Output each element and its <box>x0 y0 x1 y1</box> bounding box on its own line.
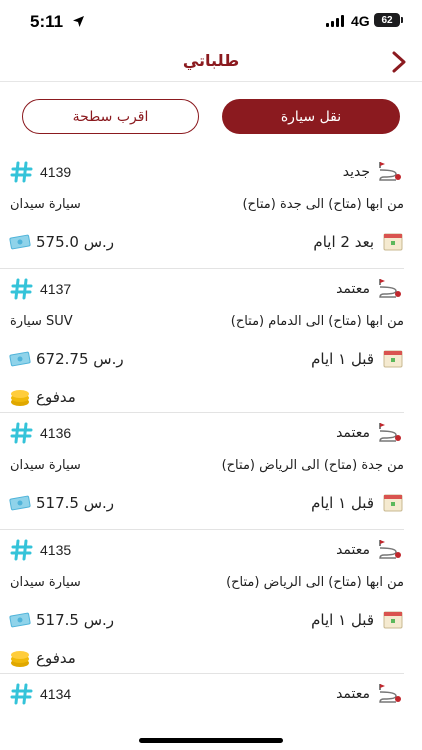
order-price: 517.5 ر.س <box>36 494 115 512</box>
vehicle-type: سيارة سيدان <box>10 196 81 212</box>
hash-icon <box>10 278 33 300</box>
hash-icon <box>10 161 33 183</box>
payment-status: مدفوع <box>36 649 76 667</box>
order-id: 4137 <box>40 281 72 297</box>
vehicle-type: سيارة سيدان <box>10 574 81 590</box>
order-date: قبل ١ ايام <box>311 494 374 512</box>
order-card[interactable]: 4135 معتمد من ابها (متاح) الى الرياض (مت… <box>0 530 422 674</box>
cash-icon <box>9 612 31 628</box>
order-status: جديد <box>342 164 370 180</box>
order-id: 4135 <box>40 542 72 558</box>
order-status: معتمد <box>336 281 370 297</box>
tab-nearest-tow[interactable]: اقرب سطحة <box>22 99 199 134</box>
coins-icon <box>11 390 29 406</box>
status-time: 5:11 <box>30 12 64 31</box>
page-title: طلباتي <box>182 51 240 70</box>
network-type: 4G <box>351 13 370 29</box>
location-arrow-icon <box>73 16 84 27</box>
coins-icon <box>11 651 29 667</box>
nav-bar: طلباتي <box>0 44 422 82</box>
order-type-tabs: اقرب سطحة نقل سيارة <box>22 99 400 134</box>
calendar-icon <box>383 350 403 368</box>
home-indicator[interactable] <box>139 738 283 743</box>
order-price: 672.75 ر.س <box>36 350 124 368</box>
order-date: قبل ١ ايام <box>311 611 374 629</box>
calendar-icon <box>383 611 403 629</box>
route-icon <box>379 279 401 298</box>
order-price: 517.5 ر.س <box>36 611 115 629</box>
order-date: بعد 2 ايام <box>313 233 374 251</box>
cash-icon <box>9 351 31 367</box>
order-date: قبل ١ ايام <box>311 350 374 368</box>
order-route: من جدة (متاح) الى الرياض (متاح) <box>221 457 404 473</box>
route-icon <box>379 162 401 181</box>
order-card[interactable]: 4136 معتمد من جدة (متاح) الى الرياض (متا… <box>0 413 422 530</box>
status-bar: 5:11 4G 62 <box>0 0 422 44</box>
order-id: 4139 <box>40 164 72 180</box>
order-id: 4134 <box>40 686 72 702</box>
vehicle-type: سيارة SUV <box>10 313 73 329</box>
hash-icon <box>10 422 33 444</box>
order-card[interactable]: 4139 جديد من ابها (متاح) الى جدة (متاح) … <box>0 152 422 269</box>
order-status: معتمد <box>336 425 370 441</box>
battery-icon: 62 <box>374 13 400 27</box>
route-icon <box>379 540 401 559</box>
chevron-right-icon[interactable] <box>388 50 410 74</box>
hash-icon <box>10 683 33 705</box>
route-icon <box>379 423 401 442</box>
order-route: من ابها (متاح) الى الدمام (متاح) <box>230 313 404 329</box>
cash-icon <box>9 495 31 511</box>
order-price: 575.0 ر.س <box>36 233 115 251</box>
order-route: من ابها (متاح) الى جدة (متاح) <box>242 196 404 212</box>
hash-icon <box>10 539 33 561</box>
order-status: معتمد <box>336 686 370 702</box>
calendar-icon <box>383 233 403 251</box>
battery-tip <box>401 17 403 23</box>
order-card[interactable]: 4137 معتمد من ابها (متاح) الى الدمام (مت… <box>0 269 422 413</box>
route-icon <box>379 684 401 703</box>
orders-list[interactable]: 4139 جديد من ابها (متاح) الى جدة (متاح) … <box>0 152 422 750</box>
cellular-signal-icon <box>326 15 344 27</box>
cash-icon <box>9 234 31 250</box>
tab-car-transport[interactable]: نقل سيارة <box>222 99 400 134</box>
order-route: من ابها (متاح) الى الرياض (متاح) <box>226 574 404 590</box>
order-id: 4136 <box>40 425 72 441</box>
order-status: معتمد <box>336 542 370 558</box>
calendar-icon <box>383 494 403 512</box>
vehicle-type: سيارة سيدان <box>10 457 81 473</box>
payment-status: مدفوع <box>36 388 76 406</box>
